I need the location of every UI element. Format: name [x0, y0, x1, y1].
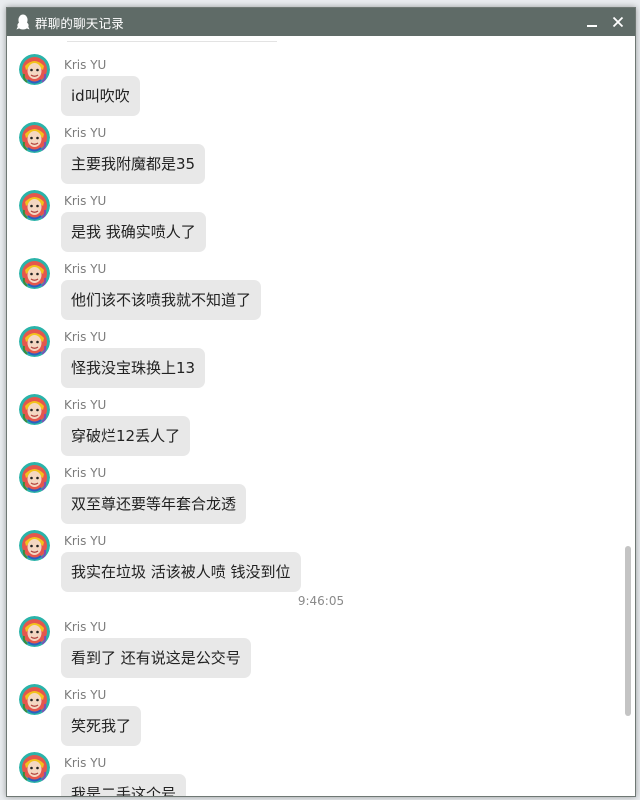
- chat-message: Kris YU 他们该不该喷我就不知道了: [7, 248, 607, 320]
- sender-name: Kris YU: [64, 194, 107, 208]
- message-bubble[interactable]: 我是二手这个号: [61, 774, 187, 796]
- avatar[interactable]: [19, 530, 50, 561]
- title-bar[interactable]: 群聊的聊天记录: [7, 8, 635, 36]
- chat-message: Kris YU 我实在垃圾 活该被人喷 钱没到位: [7, 520, 607, 592]
- sender-name: Kris YU: [64, 262, 107, 276]
- close-button[interactable]: [605, 8, 631, 36]
- message-bubble[interactable]: id叫吹吹: [61, 76, 140, 116]
- sender-name: Kris YU: [64, 58, 107, 72]
- sender-name: Kris YU: [64, 126, 107, 140]
- avatar[interactable]: [19, 326, 50, 357]
- sender-name: Kris YU: [64, 620, 107, 634]
- chat-message: Kris YU 怪我没宝珠换上13: [7, 316, 607, 388]
- sender-name: Kris YU: [64, 534, 107, 548]
- close-icon: [612, 16, 624, 28]
- message-bubble[interactable]: 是我 我确实喷人了: [61, 212, 206, 252]
- avatar[interactable]: [19, 122, 50, 153]
- minimize-icon: [587, 25, 597, 27]
- message-bubble[interactable]: 怪我没宝珠换上13: [61, 348, 206, 388]
- message-bubble[interactable]: 双至尊还要等年套合龙透: [61, 484, 247, 524]
- qq-penguin-icon: [16, 14, 30, 30]
- message-bubble[interactable]: 穿破烂12丢人了: [61, 416, 191, 456]
- sender-name: Kris YU: [64, 330, 107, 344]
- window-title: 群聊的聊天记录: [35, 15, 124, 31]
- chat-message: Kris YU id叫吹吹: [7, 44, 607, 116]
- divider: [67, 38, 277, 42]
- chat-message: Kris YU 是我 我确实喷人了: [7, 180, 607, 252]
- avatar[interactable]: [19, 616, 50, 647]
- message-bubble[interactable]: 我实在垃圾 活该被人喷 钱没到位: [61, 552, 301, 592]
- chat-message: Kris YU 我是二手这个号: [7, 742, 607, 796]
- sender-name: Kris YU: [64, 466, 107, 480]
- avatar[interactable]: [19, 684, 50, 715]
- chat-message: Kris YU 看到了 还有说这是公交号: [7, 606, 607, 678]
- avatar[interactable]: [19, 394, 50, 425]
- message-bubble[interactable]: 笑死我了: [61, 706, 142, 746]
- avatar[interactable]: [19, 258, 50, 289]
- minimize-button[interactable]: [579, 8, 605, 36]
- avatar[interactable]: [19, 752, 50, 783]
- message-list[interactable]: Kris YU id叫吹吹 Kris YU 主要我附魔都是35 Kris YU …: [7, 36, 635, 796]
- scrollbar-thumb[interactable]: [625, 546, 631, 716]
- message-bubble[interactable]: 主要我附魔都是35: [61, 144, 206, 184]
- chat-history-window: 群聊的聊天记录 Kris YU id叫吹吹 Kris YU 主要我附魔都是35 …: [6, 7, 636, 797]
- sender-name: Kris YU: [64, 756, 107, 770]
- message-bubble[interactable]: 看到了 还有说这是公交号: [61, 638, 251, 678]
- chat-message: Kris YU 双至尊还要等年套合龙透: [7, 452, 607, 524]
- avatar[interactable]: [19, 462, 50, 493]
- avatar[interactable]: [19, 54, 50, 85]
- chat-message: Kris YU 笑死我了: [7, 674, 607, 746]
- sender-name: Kris YU: [64, 398, 107, 412]
- avatar[interactable]: [19, 190, 50, 221]
- message-bubble[interactable]: 他们该不该喷我就不知道了: [61, 280, 262, 320]
- sender-name: Kris YU: [64, 688, 107, 702]
- chat-message: Kris YU 主要我附魔都是35: [7, 112, 607, 184]
- chat-message: Kris YU 穿破烂12丢人了: [7, 384, 607, 456]
